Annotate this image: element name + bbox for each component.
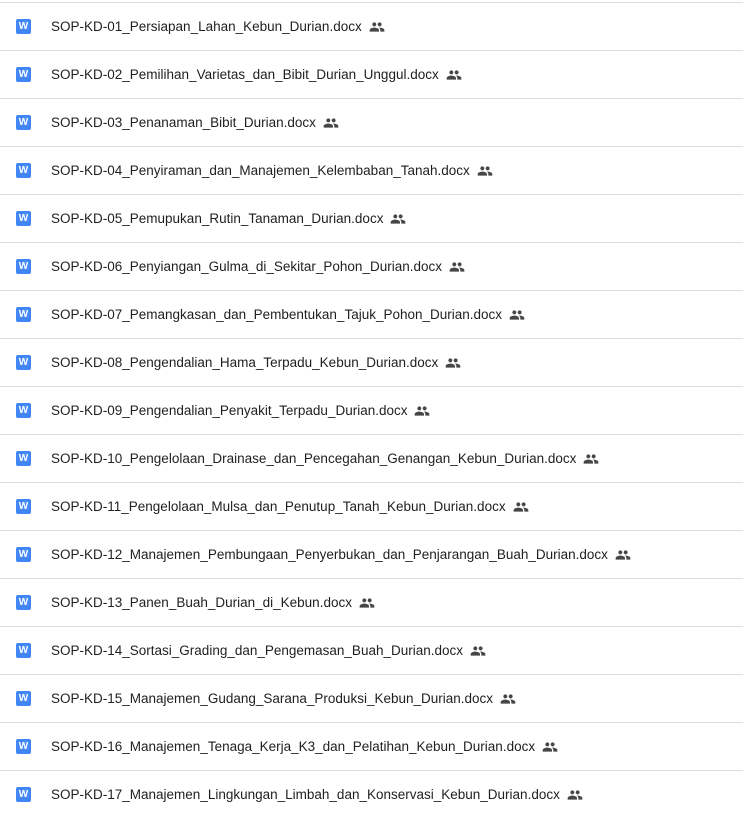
file-name[interactable]: SOP-KD-12_Manajemen_Pembungaan_Penyerbuk… (51, 547, 631, 563)
shared-people-icon[interactable] (446, 67, 462, 83)
shared-people-icon[interactable] (513, 499, 529, 515)
word-doc-icon: W (16, 115, 31, 130)
file-name[interactable]: SOP-KD-08_Pengendalian_Hama_Terpadu_Kebu… (51, 355, 461, 371)
word-doc-icon: W (16, 595, 31, 610)
shared-people-icon[interactable] (509, 307, 525, 323)
file-name[interactable]: SOP-KD-16_Manajemen_Tenaga_Kerja_K3_dan_… (51, 739, 558, 755)
file-row-5[interactable]: W SOP-KD-05_Pemupukan_Rutin_Tanaman_Duri… (0, 195, 743, 243)
file-row-11[interactable]: W SOP-KD-11_Pengelolaan_Mulsa_dan_Penutu… (0, 483, 743, 531)
shared-people-icon[interactable] (369, 19, 385, 35)
file-row-1[interactable]: W SOP-KD-01_Persiapan_Lahan_Kebun_Durian… (0, 3, 743, 51)
file-name[interactable]: SOP-KD-09_Pengendalian_Penyakit_Terpadu_… (51, 403, 430, 419)
shared-people-icon[interactable] (445, 355, 461, 371)
shared-people-icon[interactable] (359, 595, 375, 611)
word-doc-icon: W (16, 403, 31, 418)
file-name-text[interactable]: SOP-KD-07_Pemangkasan_dan_Pembentukan_Ta… (51, 307, 502, 322)
file-name[interactable]: SOP-KD-10_Pengelolaan_Drainase_dan_Pence… (51, 451, 599, 467)
file-row-17[interactable]: W SOP-KD-17_Manajemen_Lingkungan_Limbah_… (0, 771, 743, 816)
word-doc-icon: W (16, 307, 31, 322)
word-doc-icon: W (16, 643, 31, 658)
file-name-text[interactable]: SOP-KD-17_Manajemen_Lingkungan_Limbah_da… (51, 787, 560, 802)
file-name-text[interactable]: SOP-KD-02_Pemilihan_Varietas_dan_Bibit_D… (51, 67, 439, 82)
shared-people-icon[interactable] (390, 211, 406, 227)
file-row-2[interactable]: W SOP-KD-02_Pemilihan_Varietas_dan_Bibit… (0, 51, 743, 99)
word-doc-icon: W (16, 739, 31, 754)
file-name-text[interactable]: SOP-KD-12_Manajemen_Pembungaan_Penyerbuk… (51, 547, 608, 562)
file-row-3[interactable]: W SOP-KD-03_Penanaman_Bibit_Durian.docx (0, 99, 743, 147)
file-row-15[interactable]: W SOP-KD-15_Manajemen_Gudang_Sarana_Prod… (0, 675, 743, 723)
file-row-13[interactable]: W SOP-KD-13_Panen_Buah_Durian_di_Kebun.d… (0, 579, 743, 627)
file-name[interactable]: SOP-KD-15_Manajemen_Gudang_Sarana_Produk… (51, 691, 516, 707)
word-doc-icon: W (16, 355, 31, 370)
file-name[interactable]: SOP-KD-11_Pengelolaan_Mulsa_dan_Penutup_… (51, 499, 529, 515)
shared-people-icon[interactable] (470, 643, 486, 659)
shared-people-icon[interactable] (542, 739, 558, 755)
file-name-text[interactable]: SOP-KD-15_Manajemen_Gudang_Sarana_Produk… (51, 691, 493, 706)
word-doc-icon: W (16, 547, 31, 562)
file-row-14[interactable]: W SOP-KD-14_Sortasi_Grading_dan_Pengemas… (0, 627, 743, 675)
file-row-16[interactable]: W SOP-KD-16_Manajemen_Tenaga_Kerja_K3_da… (0, 723, 743, 771)
file-name-text[interactable]: SOP-KD-10_Pengelolaan_Drainase_dan_Pence… (51, 451, 576, 466)
file-name-text[interactable]: SOP-KD-01_Persiapan_Lahan_Kebun_Durian.d… (51, 19, 362, 34)
file-name-text[interactable]: SOP-KD-06_Penyiangan_Gulma_di_Sekitar_Po… (51, 259, 442, 274)
file-name-text[interactable]: SOP-KD-13_Panen_Buah_Durian_di_Kebun.doc… (51, 595, 352, 610)
word-doc-icon: W (16, 451, 31, 466)
file-row-6[interactable]: W SOP-KD-06_Penyiangan_Gulma_di_Sekitar_… (0, 243, 743, 291)
file-name[interactable]: SOP-KD-14_Sortasi_Grading_dan_Pengemasan… (51, 643, 486, 659)
word-doc-icon: W (16, 259, 31, 274)
file-row-12[interactable]: W SOP-KD-12_Manajemen_Pembungaan_Penyerb… (0, 531, 743, 579)
file-name-text[interactable]: SOP-KD-04_Penyiraman_dan_Manajemen_Kelem… (51, 163, 470, 178)
shared-people-icon[interactable] (414, 403, 430, 419)
word-doc-icon: W (16, 67, 31, 82)
file-row-8[interactable]: W SOP-KD-08_Pengendalian_Hama_Terpadu_Ke… (0, 339, 743, 387)
file-name-text[interactable]: SOP-KD-16_Manajemen_Tenaga_Kerja_K3_dan_… (51, 739, 535, 754)
file-name[interactable]: SOP-KD-01_Persiapan_Lahan_Kebun_Durian.d… (51, 19, 385, 35)
file-row-9[interactable]: W SOP-KD-09_Pengendalian_Penyakit_Terpad… (0, 387, 743, 435)
word-doc-icon: W (16, 211, 31, 226)
file-row-7[interactable]: W SOP-KD-07_Pemangkasan_dan_Pembentukan_… (0, 291, 743, 339)
shared-people-icon[interactable] (583, 451, 599, 467)
top-divider (0, 2, 743, 3)
file-name[interactable]: SOP-KD-04_Penyiraman_dan_Manajemen_Kelem… (51, 163, 493, 179)
file-name[interactable]: SOP-KD-02_Pemilihan_Varietas_dan_Bibit_D… (51, 67, 462, 83)
file-name[interactable]: SOP-KD-13_Panen_Buah_Durian_di_Kebun.doc… (51, 595, 375, 611)
word-doc-icon: W (16, 787, 31, 802)
file-list: W SOP-KD-01_Persiapan_Lahan_Kebun_Durian… (0, 0, 743, 816)
file-name-text[interactable]: SOP-KD-05_Pemupukan_Rutin_Tanaman_Durian… (51, 211, 383, 226)
shared-people-icon[interactable] (477, 163, 493, 179)
file-name-text[interactable]: SOP-KD-08_Pengendalian_Hama_Terpadu_Kebu… (51, 355, 438, 370)
shared-people-icon[interactable] (567, 787, 583, 803)
file-name-text[interactable]: SOP-KD-09_Pengendalian_Penyakit_Terpadu_… (51, 403, 407, 418)
file-row-10[interactable]: W SOP-KD-10_Pengelolaan_Drainase_dan_Pen… (0, 435, 743, 483)
file-name-text[interactable]: SOP-KD-14_Sortasi_Grading_dan_Pengemasan… (51, 643, 463, 658)
file-name[interactable]: SOP-KD-03_Penanaman_Bibit_Durian.docx (51, 115, 339, 131)
shared-people-icon[interactable] (500, 691, 516, 707)
word-doc-icon: W (16, 691, 31, 706)
shared-people-icon[interactable] (449, 259, 465, 275)
file-name[interactable]: SOP-KD-17_Manajemen_Lingkungan_Limbah_da… (51, 787, 583, 803)
file-name-text[interactable]: SOP-KD-03_Penanaman_Bibit_Durian.docx (51, 115, 316, 130)
file-name-text[interactable]: SOP-KD-11_Pengelolaan_Mulsa_dan_Penutup_… (51, 499, 506, 514)
file-name[interactable]: SOP-KD-06_Penyiangan_Gulma_di_Sekitar_Po… (51, 259, 465, 275)
file-name[interactable]: SOP-KD-07_Pemangkasan_dan_Pembentukan_Ta… (51, 307, 525, 323)
file-name[interactable]: SOP-KD-05_Pemupukan_Rutin_Tanaman_Durian… (51, 211, 406, 227)
word-doc-icon: W (16, 499, 31, 514)
shared-people-icon[interactable] (323, 115, 339, 131)
word-doc-icon: W (16, 19, 31, 34)
word-doc-icon: W (16, 163, 31, 178)
file-row-4[interactable]: W SOP-KD-04_Penyiraman_dan_Manajemen_Kel… (0, 147, 743, 195)
shared-people-icon[interactable] (615, 547, 631, 563)
